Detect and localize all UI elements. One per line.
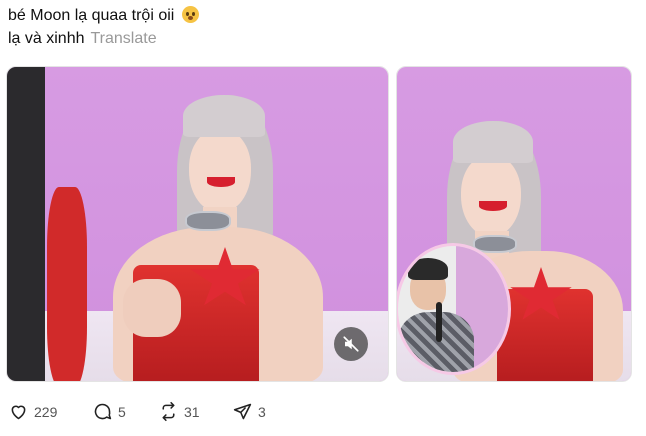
reaction-inset	[397, 243, 511, 375]
action-bar: 229 5 31 3	[8, 401, 266, 422]
face	[189, 129, 251, 213]
bangs-2	[453, 121, 533, 163]
caption-text-2: lạ và xinhh	[8, 30, 85, 47]
choker	[185, 211, 231, 231]
share-button[interactable]: 3	[232, 401, 266, 422]
caption-line-2: lạ và xinhh Translate	[8, 27, 628, 50]
caption-text-1: bé Moon lạ quaa trội oii	[8, 7, 175, 24]
mute-button[interactable]	[334, 327, 368, 361]
video-left-edge	[7, 67, 45, 381]
post-caption: bé Moon lạ quaa trội oii lạ và xinhh Tran…	[8, 4, 628, 50]
repost-count: 31	[184, 403, 200, 420]
like-count: 229	[34, 403, 58, 420]
repost-icon	[162, 401, 175, 422]
face-2	[461, 155, 521, 237]
repost-button[interactable]: 31	[158, 401, 232, 422]
volume-muted-icon	[343, 336, 359, 352]
caption-line-1: bé Moon lạ quaa trội oii	[8, 4, 628, 27]
reply-count: 5	[118, 403, 126, 420]
send-icon	[233, 403, 252, 420]
lips-2	[479, 201, 507, 211]
share-count: 3	[258, 403, 266, 420]
comment-icon	[94, 403, 112, 420]
heart-icon	[11, 405, 26, 420]
hands	[123, 279, 181, 337]
bangs	[183, 95, 265, 137]
inset-hair	[408, 258, 448, 280]
reply-button[interactable]: 5	[92, 401, 158, 422]
side-person	[47, 187, 87, 381]
inset-microphone	[436, 302, 442, 342]
translate-link[interactable]: Translate	[91, 30, 157, 47]
lips	[207, 177, 235, 187]
media-image[interactable]	[396, 66, 632, 382]
media-video[interactable]	[6, 66, 389, 382]
pleading-face-emoji-icon	[181, 6, 199, 23]
like-button[interactable]: 229	[8, 401, 92, 422]
